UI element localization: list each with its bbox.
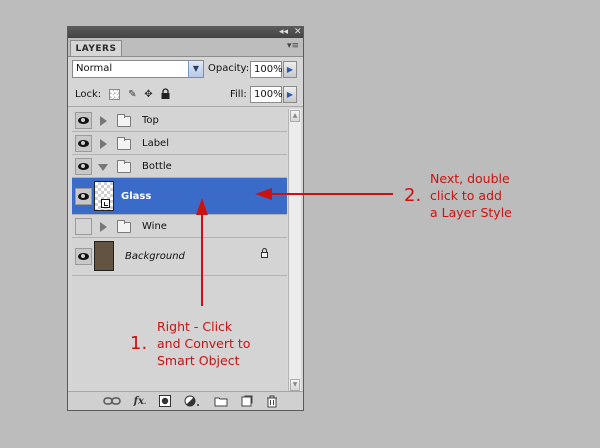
chevron-down-icon[interactable]: ▼	[188, 61, 203, 77]
layer-thumbnail[interactable]	[94, 241, 114, 271]
panel-titlebar[interactable]: ◂◂ ✕	[68, 27, 303, 38]
layer-lock-icon	[261, 248, 268, 258]
collapse-arrow-icon[interactable]	[98, 164, 108, 171]
layer-row-bottle[interactable]: Bottle	[72, 155, 287, 178]
lock-position-icon[interactable]: ✥	[143, 89, 154, 100]
layer-row-label[interactable]: Label	[72, 132, 287, 155]
scroll-up-icon[interactable]: ▲	[290, 110, 300, 122]
visibility-toggle-empty[interactable]	[75, 218, 92, 235]
layers-bottom-toolbar: fx.	[68, 391, 303, 410]
lock-label: Lock:	[75, 89, 102, 100]
smart-object-icon	[101, 199, 110, 208]
layer-row-top[interactable]: Top	[72, 109, 287, 132]
lock-all-icon[interactable]	[160, 88, 171, 99]
visibility-eye-icon[interactable]	[75, 188, 92, 205]
blend-mode-select[interactable]: Normal ▼	[72, 60, 204, 78]
blend-mode-value: Normal	[76, 63, 113, 74]
step2-line: click to add	[430, 188, 502, 203]
step1-line: Right - Click	[157, 319, 233, 334]
visibility-eye-icon[interactable]	[75, 248, 92, 265]
layer-name: Glass	[121, 191, 152, 202]
step2-line: a Layer Style	[430, 205, 512, 220]
lock-transparent-pixels-icon[interactable]	[109, 89, 120, 100]
new-group-icon[interactable]	[213, 395, 229, 408]
new-layer-icon[interactable]	[240, 395, 254, 408]
divider	[68, 106, 303, 107]
fill-label: Fill:	[230, 89, 247, 100]
step1-number: 1.	[130, 333, 148, 354]
visibility-eye-icon[interactable]	[75, 158, 92, 175]
adjustment-layer-icon[interactable]	[183, 395, 201, 408]
lock-image-pixels-icon[interactable]: ✎	[127, 89, 138, 100]
expand-arrow-icon[interactable]	[100, 222, 107, 232]
layer-name: Wine	[142, 221, 167, 232]
tab-layers[interactable]: LAYERS	[70, 40, 122, 56]
layer-row-wine[interactable]: Wine	[72, 215, 287, 238]
visibility-eye-icon[interactable]	[75, 135, 92, 152]
collapse-panel-icon[interactable]: ◂◂	[279, 26, 288, 38]
step2-number: 2.	[404, 185, 422, 206]
layer-row-background[interactable]: Background	[72, 238, 287, 276]
fill-slider-button[interactable]: ▶	[283, 86, 297, 103]
scroll-down-icon[interactable]: ▼	[290, 379, 300, 391]
group-folder-icon	[117, 137, 131, 150]
layer-name: Bottle	[142, 161, 172, 172]
step2-line: Next, double	[430, 171, 510, 186]
group-folder-icon	[117, 220, 131, 233]
group-folder-icon	[117, 114, 131, 127]
expand-arrow-icon[interactable]	[100, 139, 107, 149]
panel-menu-icon[interactable]: ▾≡	[287, 41, 299, 51]
close-panel-icon[interactable]: ✕	[294, 26, 302, 38]
layer-name: Label	[142, 138, 169, 149]
layer-list-scrollbar[interactable]: ▲ ▼	[288, 109, 301, 392]
layer-name: Top	[142, 115, 159, 126]
opacity-slider-button[interactable]: ▶	[283, 61, 297, 78]
panel-tab-row: LAYERS ▾≡	[68, 38, 303, 57]
step1-line: and Convert to	[157, 336, 251, 351]
add-mask-icon[interactable]	[158, 395, 172, 408]
fx-icon[interactable]: fx.	[130, 395, 150, 408]
step1-text: Right - Click and Convert to Smart Objec…	[157, 318, 250, 369]
layer-name: Background	[125, 251, 185, 262]
layer-row-glass[interactable]: Glass	[72, 178, 287, 215]
link-layers-icon[interactable]	[102, 395, 122, 408]
layer-thumbnail[interactable]	[94, 181, 114, 211]
fill-input[interactable]: 100%	[250, 86, 283, 103]
group-folder-icon	[117, 160, 131, 173]
delete-layer-icon[interactable]	[265, 395, 279, 408]
opacity-input[interactable]: 100%	[250, 61, 283, 78]
step2-text: Next, double click to add a Layer Style	[430, 170, 512, 221]
step1-line: Smart Object	[157, 353, 240, 368]
expand-arrow-icon[interactable]	[100, 116, 107, 126]
opacity-label: Opacity:	[208, 63, 250, 74]
visibility-eye-icon[interactable]	[75, 112, 92, 129]
